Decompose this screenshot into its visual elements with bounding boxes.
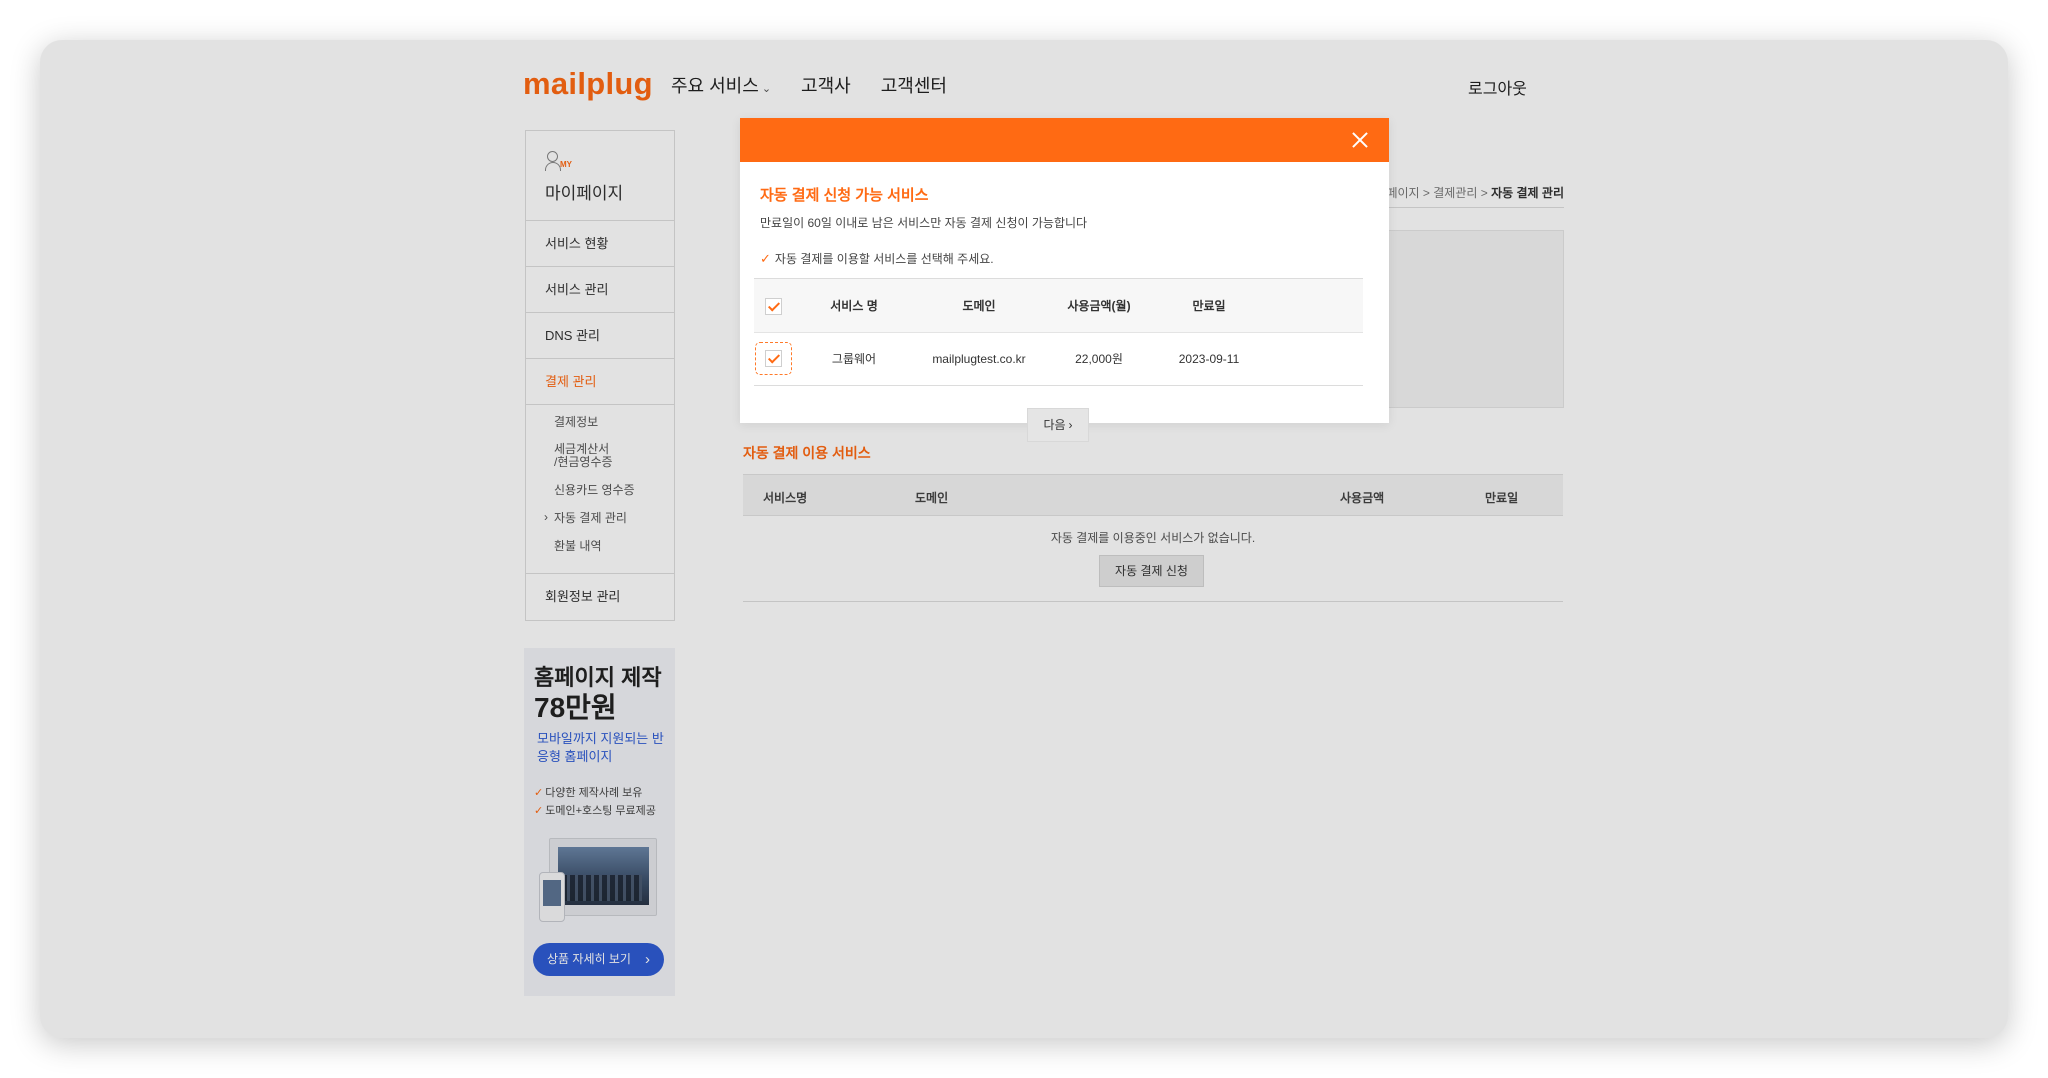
cell-domain: mailplugtest.co.kr: [932, 352, 1026, 366]
check-icon: ✓: [760, 251, 771, 266]
select-all-checkbox[interactable]: [765, 298, 782, 315]
cell-expires: 2023-09-11: [1178, 352, 1240, 366]
row-checkbox[interactable]: [765, 350, 782, 367]
col-amount: 사용금액(월): [1067, 299, 1131, 313]
table-row[interactable]: 그룹웨어 mailplugtest.co.kr 22,000원 2023-09-…: [754, 333, 1363, 386]
close-icon[interactable]: [1349, 129, 1371, 151]
col-service-name: 서비스 명: [830, 299, 878, 313]
cell-service: 그룹웨어: [831, 352, 877, 366]
chevron-right-icon: ›: [1068, 418, 1073, 432]
modal-description: 만료일이 60일 이내로 남은 서비스만 자동 결제 신청이 가능합니다: [760, 216, 1088, 230]
modal-title: 자동 결제 신청 가능 서비스: [760, 187, 929, 204]
col-expires: 만료일: [1192, 299, 1226, 313]
cell-amount: 22,000원: [1075, 352, 1123, 366]
browser-frame: mailplug 주요 서비스 ⌄ 고객사 고객센터 로그아웃 MY 마이페이지 …: [40, 40, 2008, 1038]
modal-note: ✓ 자동 결제를 이용할 서비스를 선택해 주세요.: [760, 250, 994, 267]
auto-payment-modal: 자동 결제 신청 가능 서비스 만료일이 60일 이내로 남은 서비스만 자동 …: [740, 118, 1389, 442]
table-header: 서비스 명 도메인 사용금액(월) 만료일: [754, 278, 1363, 333]
modal-header-bar: [740, 118, 1389, 162]
next-button[interactable]: 다음 ›: [1027, 408, 1089, 442]
modal-note-text: 자동 결제를 이용할 서비스를 선택해 주세요.: [774, 252, 994, 266]
col-domain: 도메인: [962, 299, 996, 313]
next-label: 다음: [1043, 418, 1066, 432]
service-select-table: 서비스 명 도메인 사용금액(월) 만료일 그룹웨어 mailplugtest.…: [754, 278, 1363, 386]
